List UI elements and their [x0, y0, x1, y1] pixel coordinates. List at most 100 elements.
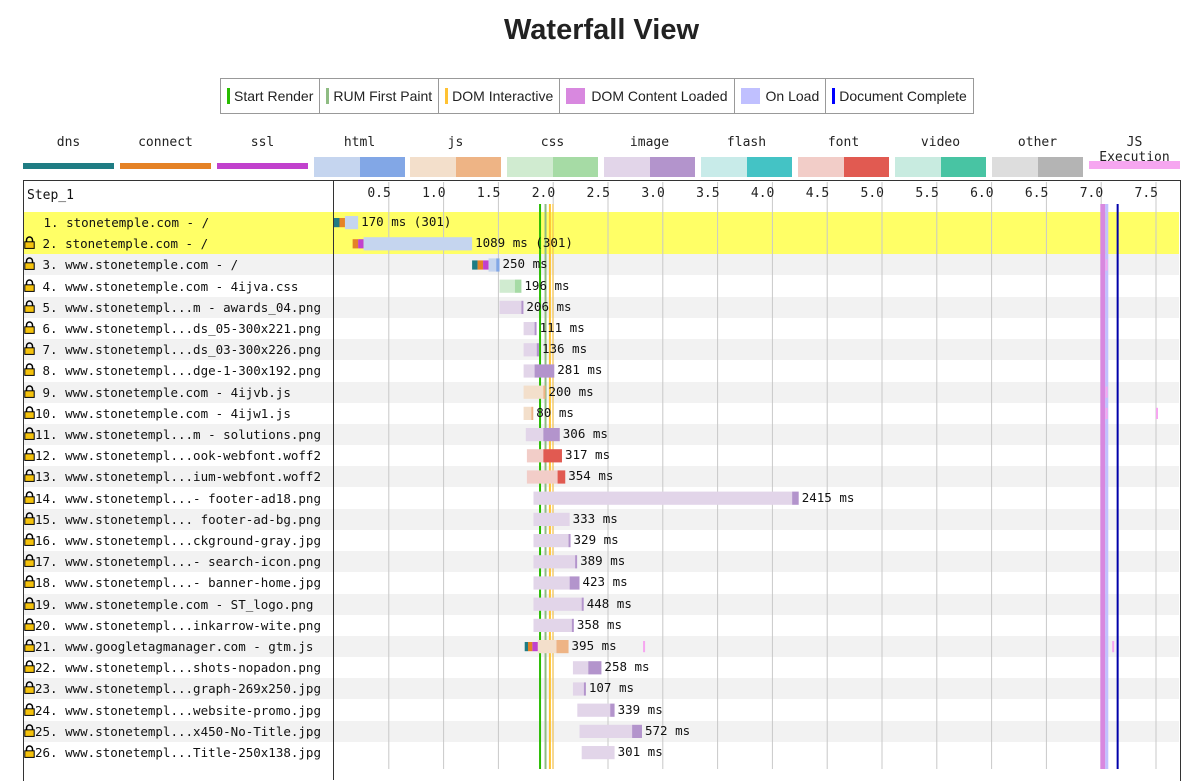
duration-label: 2415 ms — [801, 489, 855, 505]
download-segment — [531, 406, 534, 420]
ttfb-segment — [526, 449, 544, 463]
download-segment — [543, 385, 546, 399]
tick-label: 1.5 — [476, 186, 501, 201]
ttfb-segment — [577, 703, 611, 717]
ttfb-segment — [533, 597, 582, 611]
duration-label: 306 ms — [562, 426, 608, 441]
waterfall-chart — [334, 182, 1158, 769]
ttfb-segment — [523, 364, 535, 378]
download-segment — [571, 618, 574, 632]
download-segment — [588, 661, 602, 675]
download-segment — [543, 449, 562, 463]
ttfb-segment — [572, 682, 584, 696]
download-segment — [568, 534, 571, 548]
duration-label: 301 ms — [617, 744, 663, 759]
duration-label: 258 ms — [604, 659, 650, 675]
download-segment — [632, 724, 642, 738]
download-segment — [536, 343, 539, 357]
tick-label: 3.5 — [696, 186, 720, 201]
ttfb-segment — [344, 216, 359, 230]
js-execution-mark — [1112, 641, 1115, 653]
tick-label: 7.0 — [1079, 186, 1104, 201]
js-execution-mark — [1156, 407, 1158, 419]
download-segment — [543, 428, 560, 442]
ttfb-segment — [499, 279, 515, 293]
duration-label: 329 ms — [573, 532, 619, 547]
tick-label: 2.0 — [531, 186, 556, 201]
ttfb-segment — [579, 724, 633, 738]
download-segment — [792, 491, 799, 505]
duration-label: 170 ms (301) — [361, 214, 452, 229]
tick-label: 6.0 — [970, 186, 994, 201]
dns-segment — [334, 218, 340, 228]
tick-label: 3.0 — [641, 186, 665, 201]
duration-label: 448 ms — [586, 595, 632, 611]
duration-label: 1089 ms (301) — [475, 235, 573, 251]
tick-label: 0.5 — [367, 186, 391, 201]
ttfb-segment — [525, 428, 544, 442]
download-segment — [581, 597, 584, 611]
duration-label: 423 ms — [582, 574, 628, 590]
dns-segment — [524, 642, 528, 652]
download-segment — [534, 364, 555, 378]
duration-label: 111 ms — [539, 320, 585, 335]
download-segment — [557, 470, 566, 484]
tick-label: 2.5 — [586, 186, 610, 201]
ttfb-segment — [537, 640, 557, 654]
ttfb-segment — [499, 300, 522, 314]
ttfb-segment — [533, 555, 576, 569]
js-execution-mark — [1105, 407, 1108, 419]
connect-segment — [477, 260, 484, 270]
duration-label: 354 ms — [568, 468, 614, 484]
dns-segment — [472, 260, 478, 270]
ttfb-segment — [533, 534, 569, 548]
connect-segment — [352, 239, 359, 249]
ssl-segment — [532, 642, 538, 652]
tick-label: 7.5 — [1134, 186, 1158, 201]
ttfb-segment — [526, 470, 558, 484]
duration-label: 206 ms — [526, 298, 572, 314]
tick-label: 4.5 — [805, 186, 830, 201]
ssl-segment — [483, 260, 489, 270]
ttfb-segment — [533, 618, 572, 632]
ttfb-segment — [572, 661, 589, 675]
download-segment — [569, 576, 580, 590]
duration-label: 333 ms — [572, 510, 618, 526]
duration-label: 250 ms — [502, 256, 548, 272]
ttfb-segment — [488, 258, 497, 272]
duration-label: 358 ms — [576, 616, 622, 632]
js-execution-mark — [1105, 386, 1108, 398]
duration-label: 572 ms — [644, 722, 691, 738]
duration-label: 389 ms — [580, 553, 626, 569]
ttfb-segment — [533, 576, 570, 590]
tick-label: 1.0 — [422, 186, 446, 201]
ttfb-segment — [523, 343, 537, 357]
ttfb-segment — [533, 491, 793, 505]
download-segment — [575, 555, 578, 569]
ttfb-segment — [363, 237, 473, 251]
download-segment — [534, 322, 537, 336]
duration-label: 80 ms — [536, 404, 574, 420]
download-segment — [556, 640, 569, 654]
ttfb-segment — [533, 512, 570, 526]
duration-label: 107 ms — [588, 680, 635, 696]
tick-label: 5.0 — [860, 186, 884, 201]
download-segment — [496, 258, 500, 272]
ttfb-segment — [581, 746, 615, 760]
dom-content-loaded-marker — [1100, 204, 1106, 769]
download-segment — [583, 682, 586, 696]
duration-label: 200 ms — [548, 383, 594, 399]
js-execution-mark — [1105, 259, 1108, 271]
duration-label: 196 ms — [524, 277, 570, 293]
connect-segment — [527, 642, 533, 652]
tick-label: 4.0 — [750, 186, 775, 201]
tick-label: 5.5 — [915, 186, 939, 201]
on-load-marker — [1105, 204, 1109, 769]
ssl-segment — [358, 239, 364, 249]
tick-label: 6.5 — [1024, 186, 1049, 201]
js-execution-mark — [643, 641, 646, 653]
connect-segment — [339, 218, 345, 228]
download-segment — [521, 300, 524, 314]
ttfb-segment — [523, 406, 532, 420]
duration-label: 136 ms — [541, 341, 588, 357]
